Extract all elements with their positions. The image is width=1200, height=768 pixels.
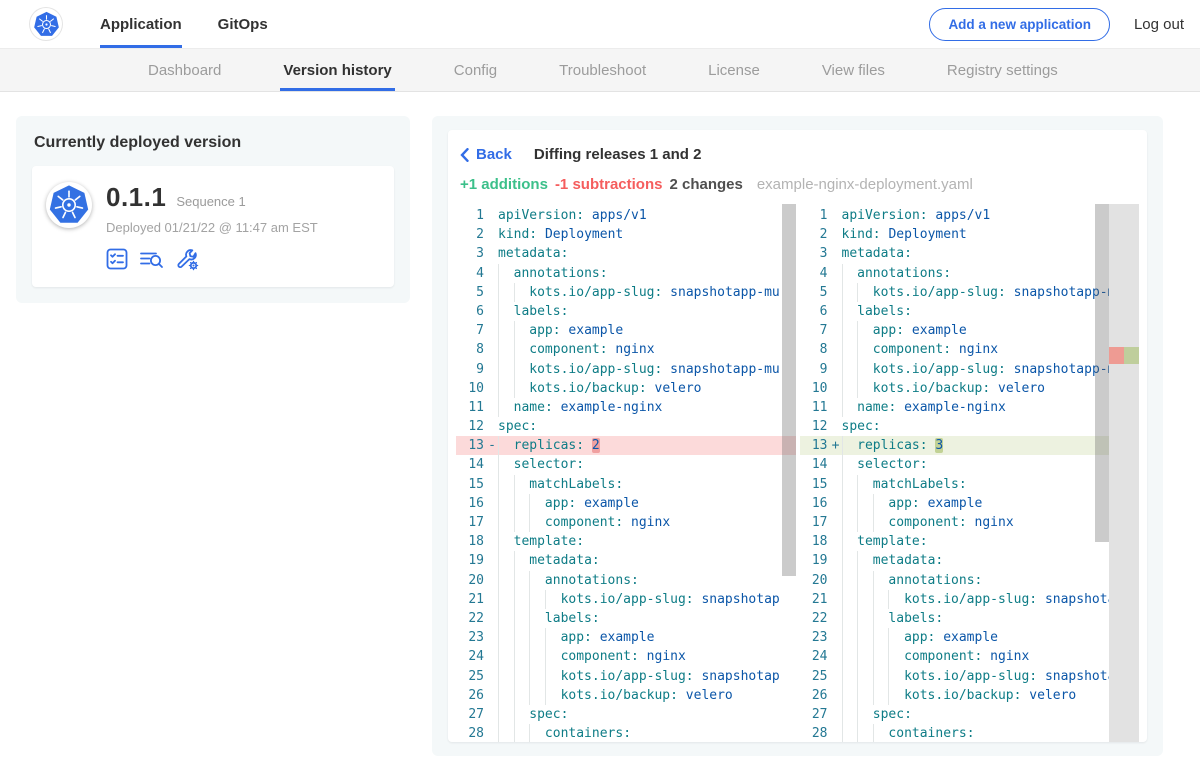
code-line: 2kind: Deployment [456, 225, 796, 244]
overview-addition-marker [1124, 347, 1139, 364]
diff-pane-original: 1apiVersion: apps/v12kind: Deployment3me… [456, 204, 796, 742]
main-content: Currently deployed version [0, 92, 1200, 756]
code-line: 6labels: [800, 302, 1110, 321]
subnav-item-version-history[interactable]: Version history [280, 49, 394, 91]
code-line: 9kots.io/app-slug: snapshotapp-mu [456, 360, 796, 379]
code-line: 12spec: [456, 417, 796, 436]
code-line: 18template: [800, 532, 1110, 551]
back-button[interactable]: Back [460, 146, 512, 163]
version-card: 0.1.1 Sequence 1 Deployed 01/21/22 @ 11:… [32, 166, 394, 287]
code-line: 28containers: [800, 724, 1110, 742]
code-line: 8component: nginx [456, 340, 796, 359]
code-line: 24component: nginx [800, 647, 1110, 666]
code-line: 3metadata: [456, 244, 796, 263]
code-line: 9kots.io/app-slug: snapshotapp-mu [800, 360, 1110, 379]
diff-title: Diffing releases 1 and 2 [534, 146, 702, 163]
code-line: 13-replicas: 2 [456, 436, 796, 455]
code-line: 16app: example [456, 494, 796, 513]
code-line: 4annotations: [800, 264, 1110, 283]
code-line: 19metadata: [456, 551, 796, 570]
code-line: 15matchLabels: [456, 475, 796, 494]
scrollbar-thumb[interactable] [782, 204, 796, 576]
code-line: 8component: nginx [800, 340, 1110, 359]
code-line: 15matchLabels: [800, 475, 1110, 494]
diff-filename: example-nginx-deployment.yaml [757, 176, 973, 193]
code-line: 13+replicas: 3 [800, 436, 1110, 455]
subnav-item-license[interactable]: License [705, 49, 763, 91]
code-line: 10kots.io/backup: velero [456, 379, 796, 398]
code-line: 24component: nginx [456, 647, 796, 666]
top-tab-gitops[interactable]: GitOps [218, 0, 268, 48]
code-line: 26kots.io/backup: velero [456, 686, 796, 705]
code-line: 1apiVersion: apps/v1 [800, 206, 1110, 225]
code-line: 25kots.io/app-slug: snapshotap [800, 667, 1110, 686]
code-line: 11name: example-nginx [800, 398, 1110, 417]
subnav-item-config[interactable]: Config [451, 49, 500, 91]
code-line: 5kots.io/app-slug: snapshotapp-mu [456, 283, 796, 302]
sequence-label: Sequence 1 [176, 194, 245, 209]
top-navbar: ApplicationGitOps Add a new application … [0, 0, 1200, 48]
code-line: 27spec: [800, 705, 1110, 724]
code-line: 5kots.io/app-slug: snapshotapp-mu [800, 283, 1110, 302]
diff-inner-panel: Back Diffing releases 1 and 2 +1 additio… [448, 130, 1147, 742]
config-tools-icon[interactable] [176, 248, 200, 271]
code-line: 6labels: [456, 302, 796, 321]
subnav-item-registry-settings[interactable]: Registry settings [944, 49, 1061, 91]
additions-count: +1 additions [460, 176, 548, 193]
code-line: 4annotations: [456, 264, 796, 283]
code-line: 19metadata: [800, 551, 1110, 570]
code-line: 17component: nginx [800, 513, 1110, 532]
code-line: 20annotations: [800, 571, 1110, 590]
code-line: 12spec: [800, 417, 1110, 436]
code-line: 18template: [456, 532, 796, 551]
changes-count: 2 changes [669, 176, 742, 193]
diff-stats: +1 additions -1 subtractions 2 changes e… [456, 163, 1139, 204]
add-application-button[interactable]: Add a new application [929, 8, 1110, 41]
diff-card: Back Diffing releases 1 and 2 +1 additio… [432, 116, 1163, 756]
deployed-timestamp: Deployed 01/21/22 @ 11:47 am EST [106, 220, 318, 235]
code-line: 10kots.io/backup: velero [800, 379, 1110, 398]
code-line: 17component: nginx [456, 513, 796, 532]
code-line: 26kots.io/backup: velero [800, 686, 1110, 705]
subnav: Dashboard Version history Config Troublesho… [0, 48, 1200, 92]
code-line: 27spec: [456, 705, 796, 724]
subnav-item-troubleshoot[interactable]: Troubleshoot [556, 49, 649, 91]
top-tabs: Application GitOps [100, 0, 268, 48]
subtractions-count: -1 subtractions [555, 176, 663, 193]
code-line: 7app: example [456, 321, 796, 340]
code-line: 16app: example [800, 494, 1110, 513]
code-line: 20annotations: [456, 571, 796, 590]
overview-deletion-marker [1109, 347, 1124, 364]
subnav-item-view-files[interactable]: View files [819, 49, 888, 91]
deploy-logs-icon[interactable] [140, 248, 164, 271]
scrollbar-thumb[interactable] [1095, 204, 1109, 542]
code-line: 22labels: [456, 609, 796, 628]
logout-link[interactable]: Log out [1134, 16, 1184, 33]
code-line: 21kots.io/app-slug: snapshotap [800, 590, 1110, 609]
diff-overview-ruler[interactable] [1109, 204, 1139, 742]
code-line: 28containers: [456, 724, 796, 742]
code-line: 23app: example [800, 628, 1110, 647]
code-line: 14selector: [456, 455, 796, 474]
code-line: 22labels: [800, 609, 1110, 628]
code-line: 1apiVersion: apps/v1 [456, 206, 796, 225]
version-number: 0.1.1 [106, 182, 166, 213]
code-line: 2kind: Deployment [800, 225, 1110, 244]
code-line: 21kots.io/app-slug: snapshotap [456, 590, 796, 609]
preflight-checks-icon[interactable] [106, 248, 128, 271]
diff-pane-modified: 1apiVersion: apps/v12kind: Deployment3me… [800, 204, 1140, 742]
code-line: 7app: example [800, 321, 1110, 340]
code-line: 25kots.io/app-slug: snapshotap [456, 667, 796, 686]
chevron-left-icon [460, 148, 469, 162]
code-line: 23app: example [456, 628, 796, 647]
currently-deployed-card: Currently deployed version [16, 116, 410, 303]
kubernetes-logo [30, 8, 62, 40]
subnav-item-dashboard[interactable]: Dashboard [145, 49, 224, 91]
top-tab-application[interactable]: Application [100, 0, 182, 48]
code-line: 3metadata: [800, 244, 1110, 263]
kubernetes-app-icon [46, 182, 92, 228]
code-line: 11name: example-nginx [456, 398, 796, 417]
deployed-card-title: Currently deployed version [34, 134, 394, 152]
code-line: 14selector: [800, 455, 1110, 474]
